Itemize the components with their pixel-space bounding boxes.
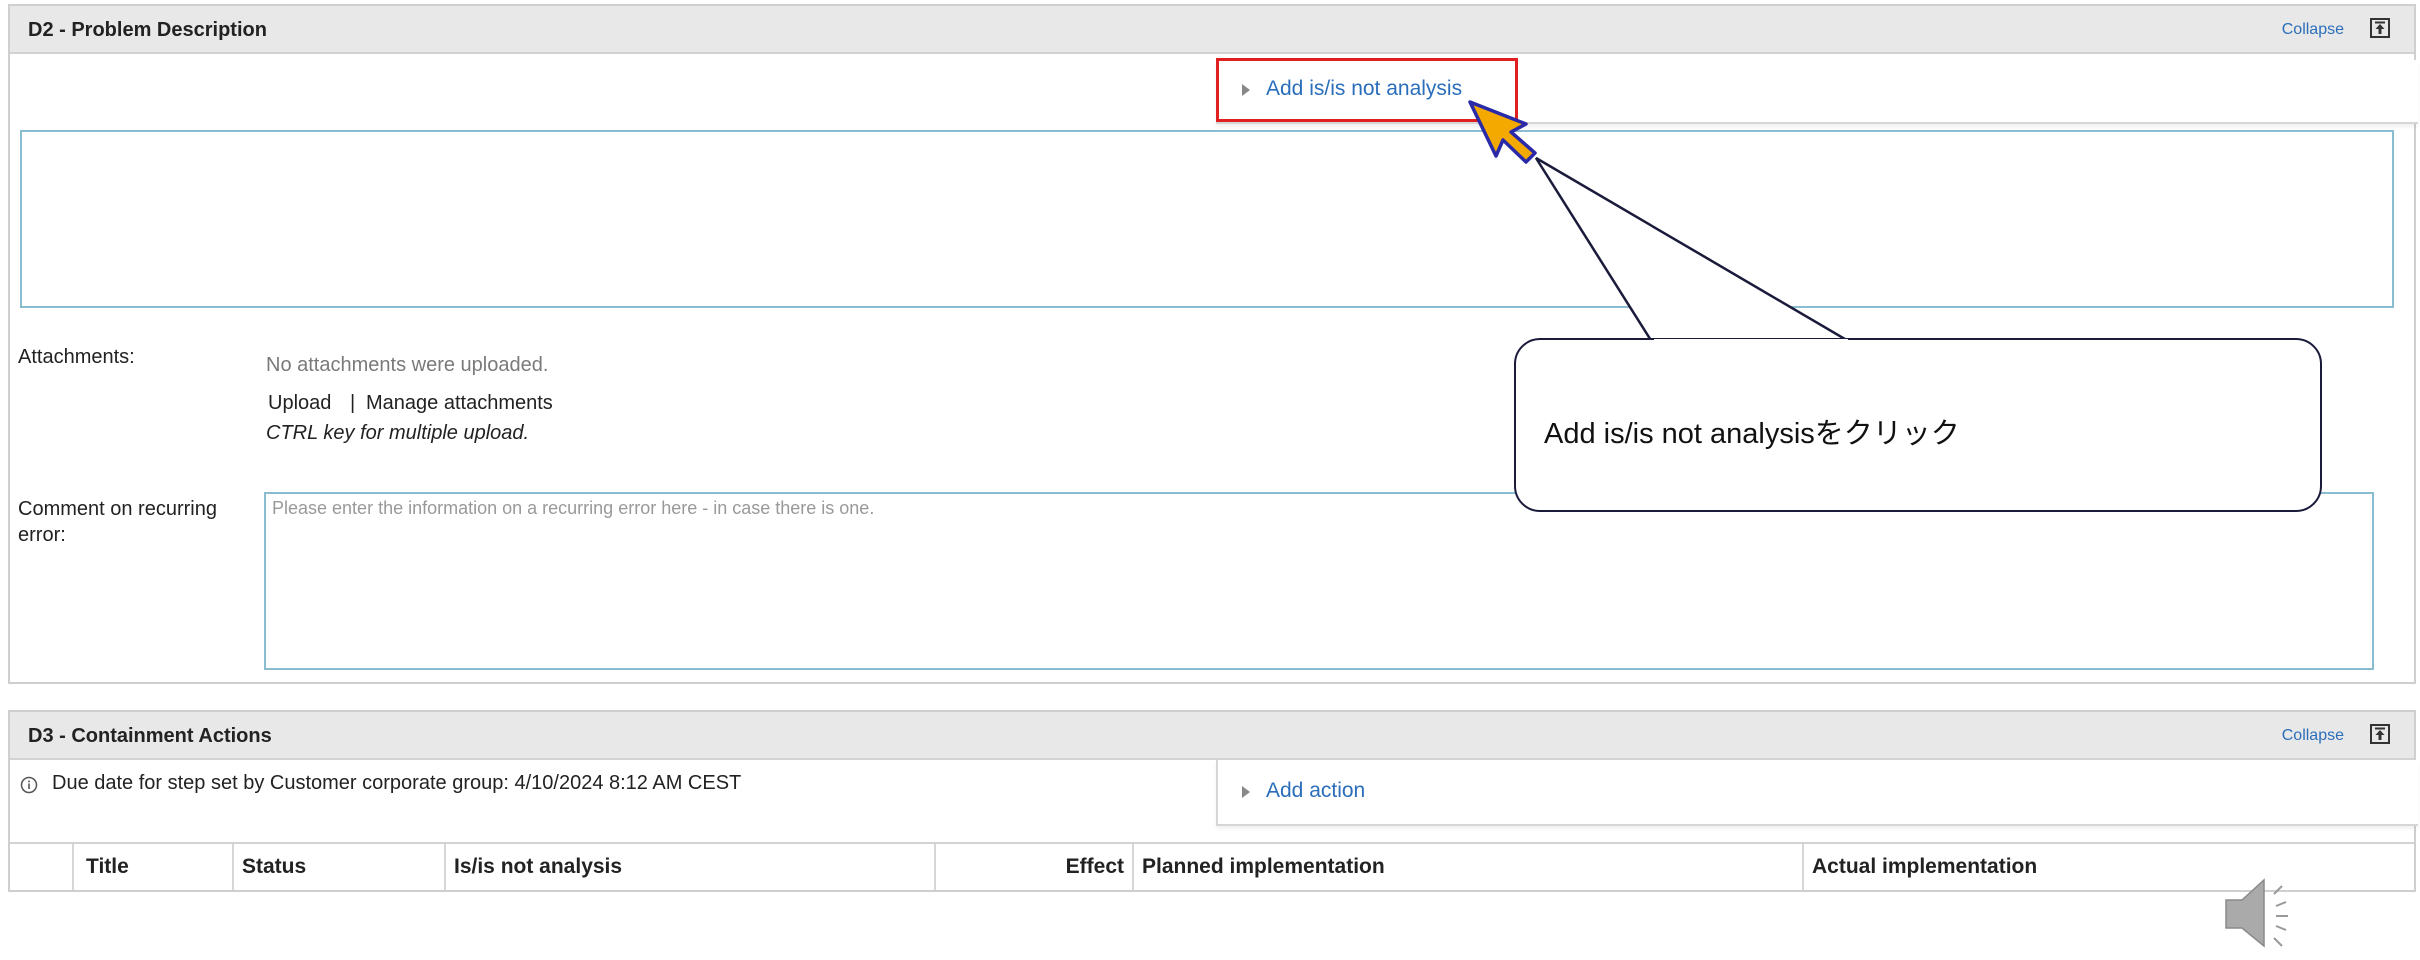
info-icon <box>20 776 38 799</box>
col-header[interactable]: Effect <box>934 844 1132 890</box>
d3-header: D3 - Containment Actions Collapse <box>10 712 2414 760</box>
link-separator: | <box>350 392 356 414</box>
multi-upload-hint: CTRL key for multiple upload. <box>266 422 530 444</box>
d2-header: D2 - Problem Description Collapse <box>10 6 2414 54</box>
callout-box: Add is/is not analysisをクリック <box>1514 338 2322 512</box>
col-header[interactable]: Title <box>72 844 232 890</box>
col-header[interactable]: Status <box>232 844 444 890</box>
d2-collapse-link[interactable]: Collapse <box>2282 21 2344 39</box>
due-date-text: Due date for step set by Customer corpor… <box>52 772 742 794</box>
speaker-icon[interactable] <box>2220 870 2310 960</box>
recurring-error-textarea[interactable]: Please enter the information on a recurr… <box>264 492 2374 670</box>
d3-title: D3 - Containment Actions <box>28 725 272 747</box>
cursor-arrow-icon <box>1468 100 1537 164</box>
d3-collapse-link[interactable]: Collapse <box>2282 727 2344 745</box>
add-action-link[interactable]: Add action <box>1266 779 1365 803</box>
comment-label: Comment on recurring error: <box>18 498 217 546</box>
upload-link[interactable]: Upload <box>268 390 331 416</box>
col-header[interactable]: Planned implementation <box>1132 844 1802 890</box>
callout-seam <box>1654 339 1848 344</box>
col-header[interactable]: Is/is not analysis <box>444 844 934 890</box>
actions-table-header: Title Status Is/is not analysis Effect P… <box>10 842 2414 892</box>
problem-description-textarea[interactable] <box>20 130 2394 308</box>
no-attachments-text: No attachments were uploaded. <box>266 354 549 376</box>
comment-placeholder: Please enter the information on a recurr… <box>272 498 875 518</box>
manage-attachments-link[interactable]: Manage attachments <box>366 390 553 416</box>
add-action-box: Add action <box>1216 760 2418 826</box>
callout-text: Add is/is not analysisをクリック <box>1544 418 1960 450</box>
attachments-label: Attachments: <box>18 346 135 368</box>
collapse-icon[interactable] <box>2370 18 2390 38</box>
d2-title: D2 - Problem Description <box>28 19 267 41</box>
d3-panel: D3 - Containment Actions Collapse Due da… <box>8 710 2418 892</box>
col-header[interactable]: Actual implementation <box>1802 844 2414 890</box>
collapse-icon[interactable] <box>2370 724 2390 744</box>
expand-triangle-icon <box>1242 786 1250 798</box>
